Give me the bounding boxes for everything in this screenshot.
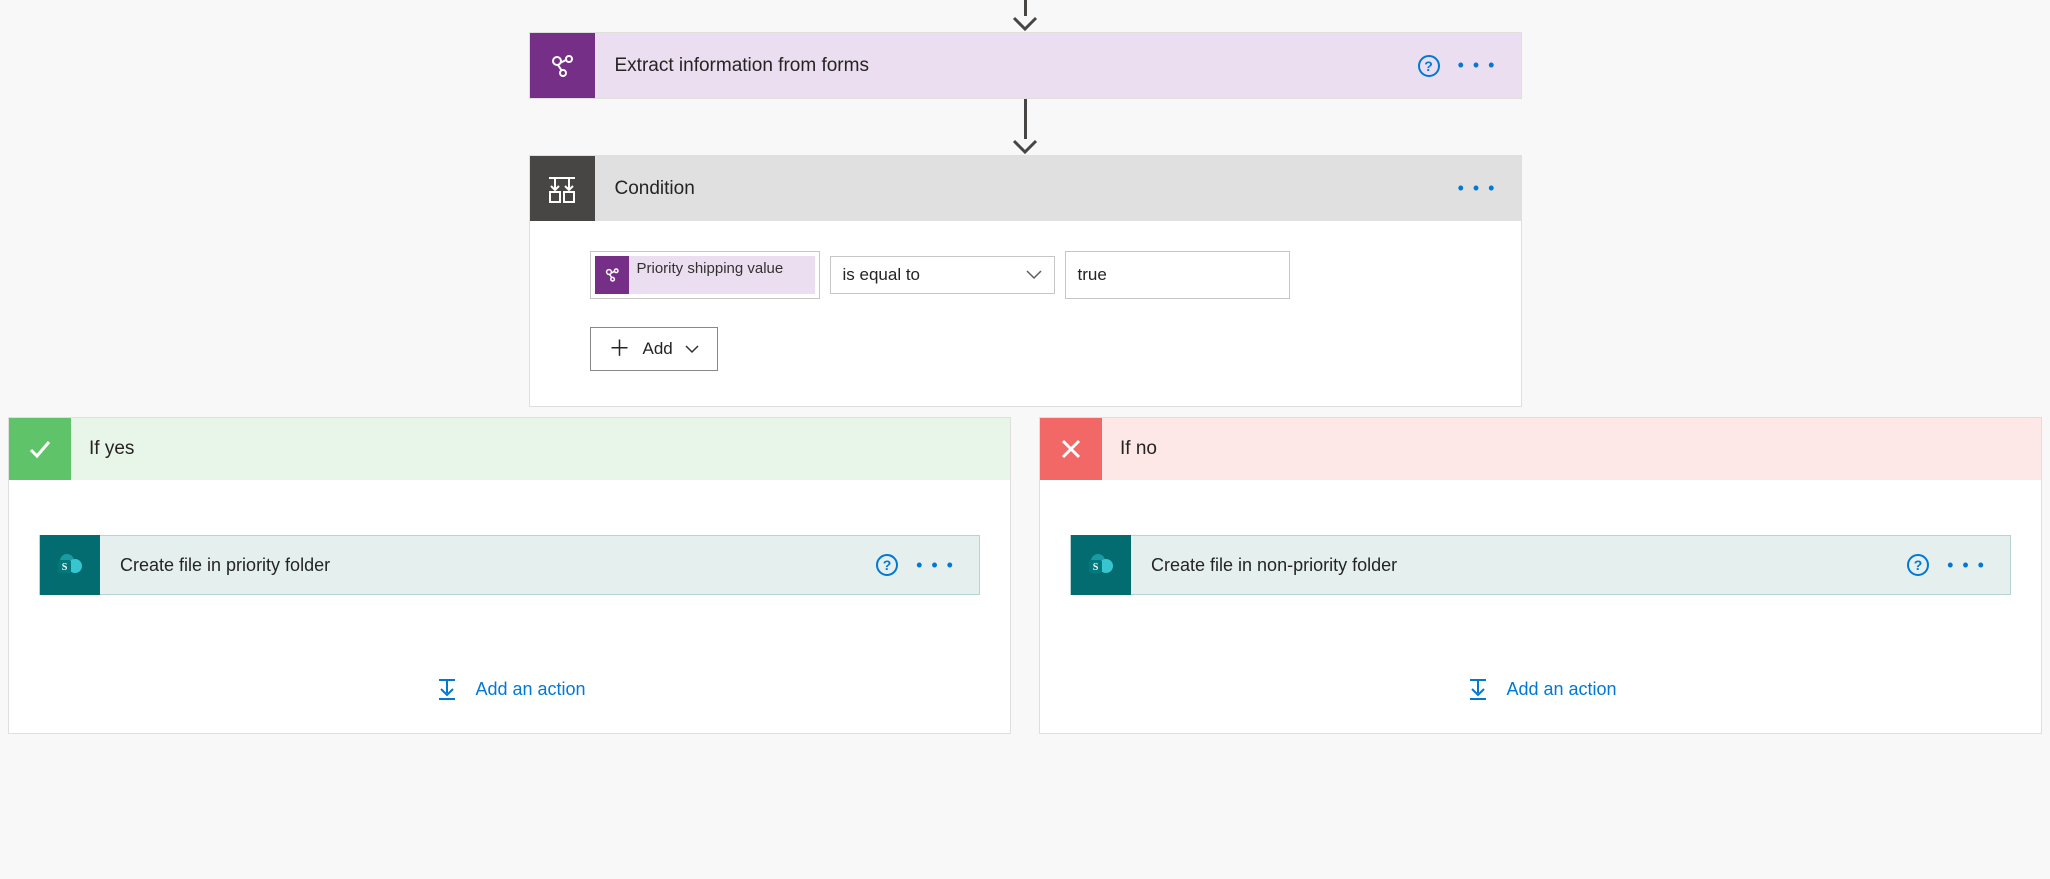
action-create-file-nonpriority[interactable]: S Create file in non-priority folder ? •…: [1070, 535, 2011, 595]
svg-text:S: S: [1093, 562, 1099, 573]
action-title: Create file in priority folder: [100, 555, 876, 576]
step-extract-information[interactable]: Extract information from forms ? • • •: [529, 32, 1522, 99]
sharepoint-icon: S: [40, 535, 100, 595]
help-icon[interactable]: ?: [1907, 554, 1929, 576]
add-action-icon: [1464, 675, 1492, 703]
branch-yes-header: If yes: [9, 418, 1010, 480]
more-menu-icon[interactable]: • • •: [1943, 555, 1990, 576]
branch-title: If no: [1102, 438, 1157, 460]
chevron-down-icon: [685, 339, 699, 359]
step-title: Condition: [595, 178, 1454, 200]
add-condition-button[interactable]: ＋ Add: [590, 327, 718, 371]
check-icon: [9, 418, 71, 480]
action-title: Create file in non-priority folder: [1131, 555, 1907, 576]
branch-title: If yes: [71, 438, 134, 460]
add-label: Add: [643, 339, 673, 359]
step-title: Extract information from forms: [595, 55, 1418, 77]
ai-builder-icon: [530, 33, 595, 98]
sharepoint-icon: S: [1071, 535, 1131, 595]
add-action-button[interactable]: Add an action: [1464, 675, 1616, 703]
branch-no-header: If no: [1040, 418, 2041, 480]
chevron-down-icon: [1026, 265, 1042, 285]
branch-no: If no S Create file in non-priority fold…: [1039, 417, 2042, 734]
token-label: Priority shipping value: [629, 256, 792, 294]
arrow-connector: [1012, 0, 1038, 32]
condition-right-operand[interactable]: true: [1065, 251, 1290, 299]
step-condition: Condition • • •: [529, 155, 1522, 407]
condition-left-operand[interactable]: Priority shipping value: [590, 251, 820, 299]
help-icon[interactable]: ?: [1418, 55, 1440, 77]
close-icon: [1040, 418, 1102, 480]
condition-operator-select[interactable]: is equal to: [830, 256, 1055, 294]
operator-label: is equal to: [843, 265, 921, 285]
more-menu-icon[interactable]: • • •: [1454, 178, 1501, 199]
right-operand-value: true: [1078, 265, 1107, 285]
plus-icon: ＋: [609, 338, 631, 360]
svg-text:S: S: [62, 562, 68, 573]
add-action-button[interactable]: Add an action: [433, 675, 585, 703]
add-action-icon: [433, 675, 461, 703]
condition-header[interactable]: Condition • • •: [530, 156, 1521, 221]
branch-yes: If yes S Create file in priority folder: [8, 417, 1011, 734]
more-menu-icon[interactable]: • • •: [1454, 55, 1501, 76]
add-action-label: Add an action: [1506, 679, 1616, 700]
dynamic-content-token[interactable]: Priority shipping value: [595, 256, 815, 294]
action-create-file-priority[interactable]: S Create file in priority folder ? • • •: [39, 535, 980, 595]
arrow-connector: [1012, 99, 1038, 155]
more-menu-icon[interactable]: • • •: [912, 555, 959, 576]
add-action-label: Add an action: [475, 679, 585, 700]
condition-icon: [530, 156, 595, 221]
ai-builder-icon: [595, 256, 629, 294]
help-icon[interactable]: ?: [876, 554, 898, 576]
